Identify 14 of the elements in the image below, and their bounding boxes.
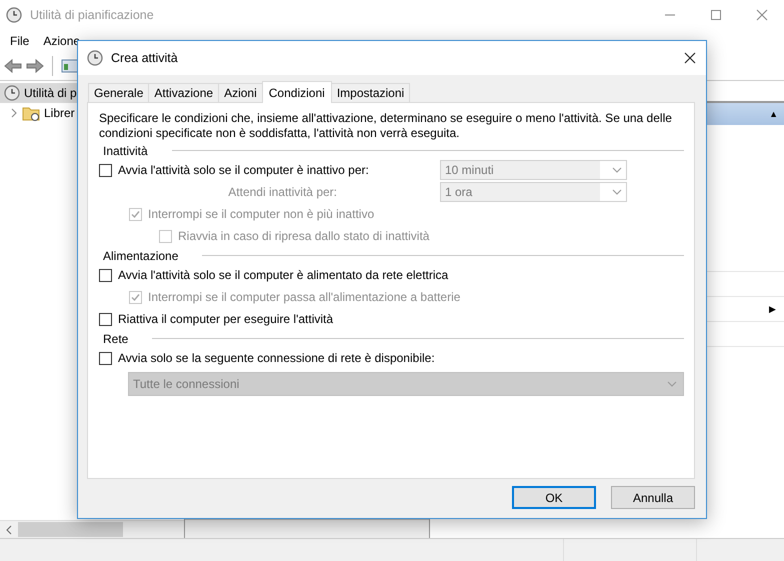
group-title: Inattività (103, 144, 148, 158)
dialog-title: Crea attività (111, 51, 178, 65)
description-text: Specificare le condizioni che, insieme all'attivazione, determinano se eseguire o meno l'attività. Se una delle condizioni specificate non è soddisfatta, l'attività non verrà eseguita. (99, 111, 673, 141)
checkbox-label: Avvia l'attività solo se il computer è alimentato da rete elettrica (118, 268, 448, 282)
checkbox-label: Interrompi se il computer passa all'alimentazione a batterie (148, 290, 460, 304)
checkbox-label: Avvia l'attività solo se il computer è inattivo per: (118, 163, 369, 177)
group-title: Alimentazione (103, 248, 178, 262)
checkbox-label: Riattiva il computer per eseguire l'attività (118, 312, 334, 326)
checkbox-label: Interrompi se il computer non è più inattivo (148, 207, 374, 221)
field-label: Attendi inattività per: (228, 185, 337, 199)
checkbox-label: Avvia solo se la seguente connessione di rete è disponibile: (118, 351, 435, 365)
checkbox-label: Riavvia in caso di ripresa dallo stato di inattività (178, 229, 430, 243)
window-title: Utilità di pianificazione (30, 8, 154, 22)
group-title: Rete (103, 332, 128, 346)
